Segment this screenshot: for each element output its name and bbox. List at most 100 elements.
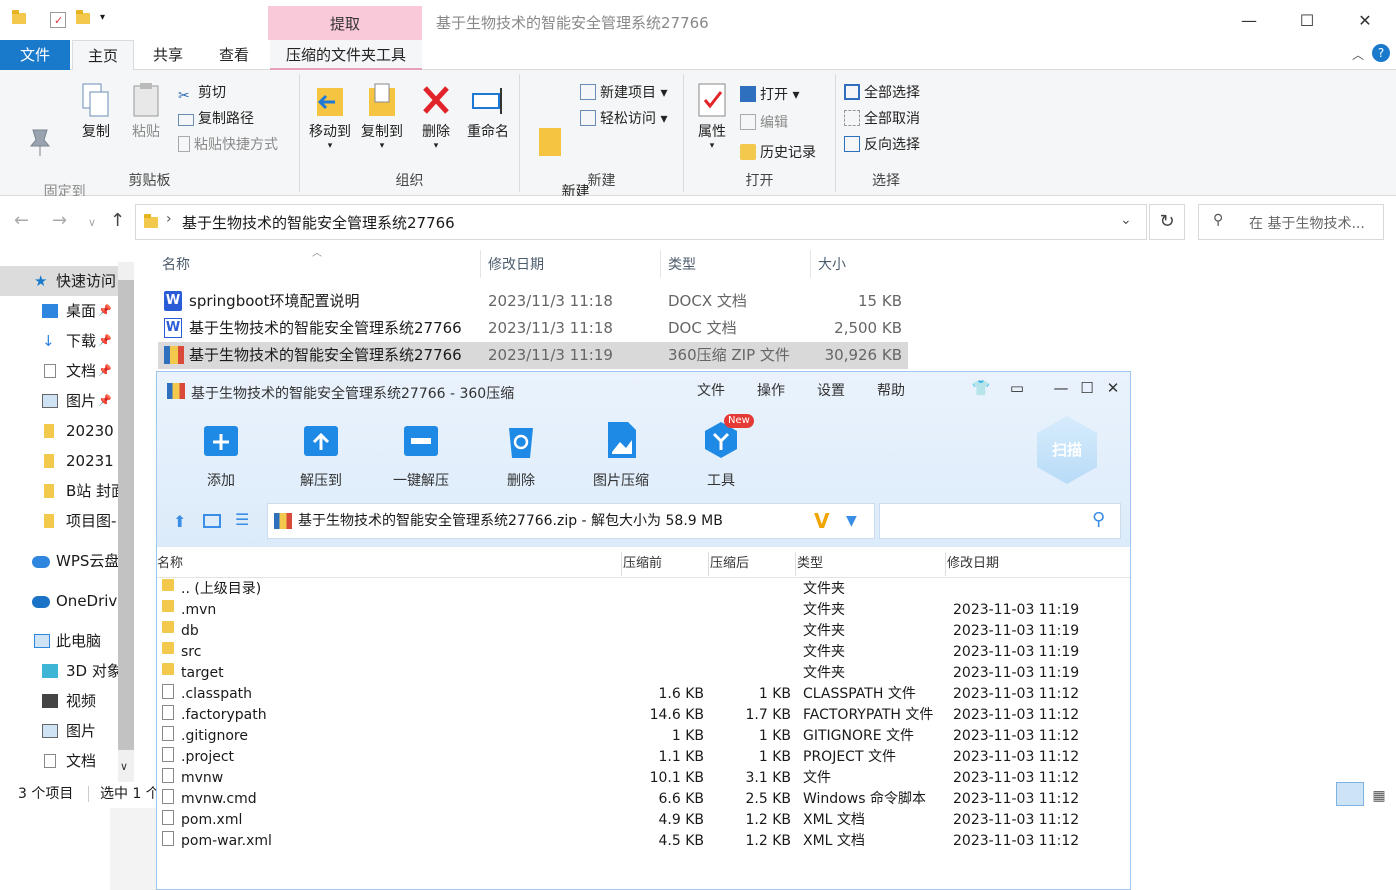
zip-maximize-button[interactable]: ☐ xyxy=(1075,378,1099,398)
sidebar-item-this-pc[interactable]: 此电脑 xyxy=(0,626,118,656)
zip-column-date[interactable]: 修改日期 xyxy=(947,552,999,576)
customize-chevron-icon[interactable]: ▾ xyxy=(100,12,116,28)
collapse-ribbon-icon[interactable]: ︿ xyxy=(1352,46,1364,63)
large-icons-view-icon[interactable]: ▦ xyxy=(1368,784,1390,804)
tab-view[interactable]: 查看 xyxy=(206,40,262,70)
select-none-button[interactable]: 全部取消 xyxy=(844,108,920,130)
tab-compressed-folder-tools[interactable]: 压缩的文件夹工具 xyxy=(270,40,422,70)
sidebar-item-quick-access[interactable]: ★ 快速访问 xyxy=(0,266,118,296)
zip-file-row[interactable]: .project 1.1 KB 1 KB PROJECT 文件 2023-11-03 1… xyxy=(157,747,1130,768)
zip-path-bar[interactable]: 基于生物技术的智能安全管理系统27766.zip - 解包大小为 58.9 MB… xyxy=(267,503,875,539)
zip-folder-row[interactable]: .. (上级目录) 文件夹 xyxy=(157,579,1130,600)
zip-file-row[interactable]: pom.xml 4.9 KB 1.2 KB XML 文档 2023-11-03 11:1… xyxy=(157,810,1130,831)
cut-button[interactable]: ✂ 剪切 xyxy=(178,82,226,104)
breadcrumb[interactable]: 基于生物技术的智能安全管理系统27766 xyxy=(182,212,455,233)
paste-shortcut-button[interactable]: 粘贴快捷方式 xyxy=(178,134,278,156)
sidebar-item-documents[interactable]: 文档 📌 xyxy=(0,356,118,386)
zip-extract-to-button[interactable]: 解压到 xyxy=(271,416,371,490)
thumbnail-view-icon[interactable] xyxy=(203,514,221,528)
sidebar-item-onedrive[interactable]: OneDrive xyxy=(0,586,118,616)
details-view-icon[interactable] xyxy=(1336,782,1364,806)
new-folder-icon[interactable] xyxy=(76,10,92,28)
list-view-icon[interactable]: ☰ xyxy=(235,510,249,529)
address-dropdown-icon[interactable]: ⌄ xyxy=(1120,212,1132,228)
path-dropdown-icon[interactable]: ▼ xyxy=(846,504,857,538)
properties-button[interactable]: 属性 ▾ xyxy=(692,80,732,151)
column-divider[interactable] xyxy=(708,552,709,576)
zip-delete-button[interactable]: 删除 xyxy=(471,416,571,490)
properties-check-icon[interactable]: ✓ xyxy=(50,12,66,28)
scan-button[interactable]: 扫描 xyxy=(1037,416,1097,484)
zip-file-row[interactable]: mvnw.cmd 6.6 KB 2.5 KB Windows 命令脚本 2023-11-… xyxy=(157,789,1130,810)
copy-button[interactable]: 复制 xyxy=(74,80,118,142)
tab-file[interactable]: 文件 xyxy=(0,40,70,70)
tab-home[interactable]: 主页 xyxy=(72,40,134,71)
column-divider[interactable] xyxy=(480,250,481,278)
column-date[interactable]: 修改日期 xyxy=(488,254,544,276)
search-box[interactable]: ⚲ 在 基于生物技术... xyxy=(1198,204,1384,240)
history-button[interactable]: 历史记录 xyxy=(740,142,816,164)
refresh-button[interactable]: ↻ xyxy=(1149,204,1185,240)
file-row[interactable]: W springboot环境配置说明 2023/11/3 11:18 DOCX … xyxy=(158,288,908,315)
sidebar-item-documents-pc[interactable]: 文档 xyxy=(0,746,118,776)
file-row[interactable]: W 基于生物技术的智能安全管理系统27766 2023/11/3 11:18 D… xyxy=(158,315,908,342)
column-divider[interactable] xyxy=(795,552,796,576)
zip-file-row[interactable]: .factorypath 14.6 KB 1.7 KB FACTORYPATH 文件 2… xyxy=(157,705,1130,726)
zip-column-type[interactable]: 类型 xyxy=(797,552,823,576)
tab-share[interactable]: 共享 xyxy=(140,40,196,70)
zip-tools-button[interactable]: New 工具 xyxy=(671,414,771,490)
zip-menu-help[interactable]: 帮助 xyxy=(877,380,905,400)
delete-button[interactable]: 删除 ▾ xyxy=(414,80,458,151)
invert-selection-button[interactable]: 反向选择 xyxy=(844,134,920,156)
select-all-button[interactable]: 全部选择 xyxy=(844,82,920,104)
recent-chevron-icon[interactable]: ∨ xyxy=(88,216,96,229)
zip-folder-row[interactable]: db 文件夹 2023-11-03 11:19 xyxy=(157,621,1130,642)
sidebar-item-pictures[interactable]: 图片 📌 xyxy=(0,386,118,416)
context-tab-extract[interactable]: 提取 xyxy=(268,6,422,40)
search-icon[interactable]: ⚲ xyxy=(1092,509,1105,530)
easy-access-button[interactable]: 轻松访问 ▾ xyxy=(580,108,667,130)
column-type[interactable]: 类型 xyxy=(668,254,696,276)
v-logo-icon[interactable]: V xyxy=(814,504,829,538)
zip-minimize-button[interactable]: — xyxy=(1049,378,1073,398)
sidebar-item-folder-20230[interactable]: 20230 xyxy=(0,416,118,446)
file-row-selected[interactable]: 基于生物技术的智能安全管理系统27766 2023/11/3 11:19 360… xyxy=(158,342,908,369)
zip-column-name[interactable]: 名称 xyxy=(157,552,183,576)
address-box[interactable]: › 基于生物技术的智能安全管理系统27766 ⌄ xyxy=(135,204,1147,240)
zip-close-button[interactable]: ✕ xyxy=(1101,378,1125,398)
column-divider[interactable] xyxy=(945,552,946,576)
sidebar-item-wps-cloud[interactable]: WPS云盘 xyxy=(0,546,118,576)
up-level-icon[interactable]: ⬆ xyxy=(173,512,186,531)
column-name[interactable]: 名称 xyxy=(162,254,190,276)
zip-file-row[interactable]: pom-war.xml 4.5 KB 1.2 KB XML 文档 2023-11-03 … xyxy=(157,831,1130,852)
zip-file-row[interactable]: .classpath 1.6 KB 1 KB CLASSPATH 文件 2023-11-… xyxy=(157,684,1130,705)
feedback-icon[interactable]: ▭ xyxy=(1005,378,1029,398)
help-icon[interactable]: ? xyxy=(1372,44,1390,62)
zip-column-after[interactable]: 压缩后 xyxy=(710,552,749,576)
zip-column-before[interactable]: 压缩前 xyxy=(623,552,662,576)
close-button[interactable]: ✕ xyxy=(1342,8,1388,34)
back-arrow-icon[interactable]: ← xyxy=(14,210,29,231)
new-item-button[interactable]: 新建项目 ▾ xyxy=(580,82,667,104)
open-button[interactable]: 打开 ▾ xyxy=(740,84,799,106)
maximize-button[interactable]: ☐ xyxy=(1284,8,1330,34)
column-size[interactable]: 大小 xyxy=(818,254,846,276)
sidebar-item-downloads[interactable]: ↓ 下载 📌 xyxy=(0,326,118,356)
column-divider[interactable] xyxy=(810,250,811,278)
sidebar-item-videos[interactable]: 视频 xyxy=(0,686,118,716)
zip-menu-settings[interactable]: 设置 xyxy=(817,380,845,400)
copy-path-button[interactable]: 复制路径 xyxy=(178,108,254,130)
column-divider[interactable] xyxy=(621,552,622,576)
zip-menu-operation[interactable]: 操作 xyxy=(757,380,785,400)
sidebar-item-folder-project[interactable]: 项目图- xyxy=(0,506,118,536)
zip-search-input[interactable]: ⚲ xyxy=(879,503,1121,539)
zip-folder-row[interactable]: target 文件夹 2023-11-03 11:19 xyxy=(157,663,1130,684)
zip-folder-row[interactable]: .mvn 文件夹 2023-11-03 11:19 xyxy=(157,600,1130,621)
zip-image-compress-button[interactable]: 图片压缩 xyxy=(571,416,671,490)
copy-to-button[interactable]: 复制到 ▾ xyxy=(356,80,408,151)
skin-shirt-icon[interactable]: 👕 xyxy=(969,378,993,398)
column-divider[interactable] xyxy=(660,250,661,278)
sidebar-item-folder-20231[interactable]: 20231 xyxy=(0,446,118,476)
scroll-down-icon[interactable]: ∨ xyxy=(120,760,128,773)
move-to-button[interactable]: 移动到 ▾ xyxy=(304,80,356,151)
